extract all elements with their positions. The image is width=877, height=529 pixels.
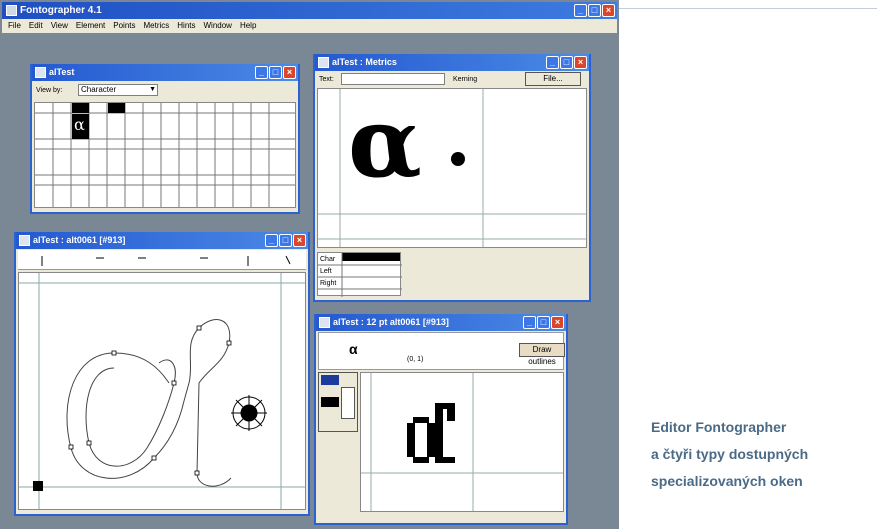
menu-window[interactable]: Window <box>204 19 232 33</box>
top-rule <box>619 8 877 9</box>
menu-file[interactable]: File <box>8 19 21 33</box>
tool-select-icon[interactable] <box>321 375 339 385</box>
bitmap-window-title: alTest : 12 pt alt0061 [#913] <box>333 317 449 327</box>
table-lines <box>318 253 402 297</box>
coordinate-readout: (0, 1) <box>407 356 424 363</box>
menu-bar: File Edit View Element Points Metrics Hi… <box>2 19 617 33</box>
metrics-window-title: alTest : Metrics <box>332 57 397 67</box>
font-window[interactable]: alTest _ □ × View by: Character ▼ α <box>30 64 300 214</box>
app-icon <box>6 5 17 16</box>
bitmap-info-panel: α (0, 1) Draw outlines <box>318 332 565 370</box>
view-by-select[interactable]: Character ▼ <box>78 84 158 96</box>
outline-drawing <box>19 273 305 509</box>
bitmap-drawing <box>361 373 563 511</box>
metrics-glyph: α <box>348 86 422 199</box>
maximize-icon[interactable]: □ <box>269 66 282 79</box>
metrics-window-title-bar[interactable]: alTest : Metrics _ □ × <box>315 54 589 71</box>
menu-edit[interactable]: Edit <box>29 19 43 33</box>
menu-metrics[interactable]: Metrics <box>143 19 169 33</box>
outline-window-title: alTest : alt0061 [#913] <box>33 235 126 245</box>
metrics-table[interactable]: Char Left Right <box>317 252 402 297</box>
close-icon[interactable]: × <box>602 4 615 17</box>
bitmap-tool-palette[interactable] <box>318 372 358 432</box>
minimize-icon[interactable]: _ <box>255 66 268 79</box>
caption-line-1: Editor Fontographer <box>651 419 787 435</box>
font-window-title-bar[interactable]: alTest _ □ × <box>32 64 298 81</box>
minimize-icon[interactable]: _ <box>546 56 559 69</box>
close-icon[interactable]: × <box>283 66 296 79</box>
window-icon <box>319 317 330 328</box>
close-icon[interactable]: × <box>293 234 306 247</box>
view-by-label: View by: <box>36 87 63 94</box>
menu-element[interactable]: Element <box>76 19 105 33</box>
metrics-canvas[interactable]: α <box>317 86 587 248</box>
desktop: Fontographer 4.1 _ □ × File Edit View El… <box>0 0 619 529</box>
maximize-icon[interactable]: □ <box>279 234 292 247</box>
minimize-icon[interactable]: _ <box>523 316 536 329</box>
file-button[interactable]: File... <box>525 72 581 86</box>
view-by-value: Character <box>81 85 117 94</box>
caption-line-2: a čtyři typy dostupných <box>651 446 809 462</box>
draw-outlines-button[interactable]: Draw outlines <box>519 343 565 366</box>
window-icon <box>19 235 30 246</box>
outline-window-title-bar[interactable]: alTest : alt0061 [#913] _ □ × <box>16 232 308 249</box>
outline-canvas[interactable] <box>18 272 306 510</box>
menu-points[interactable]: Points <box>113 19 135 33</box>
chevron-down-icon[interactable]: ▼ <box>149 85 156 95</box>
window-icon <box>35 67 46 78</box>
menu-hints[interactable]: Hints <box>177 19 195 33</box>
tool-hand-icon[interactable] <box>341 387 355 419</box>
minimize-icon[interactable]: _ <box>265 234 278 247</box>
minimize-icon[interactable]: _ <box>574 4 587 17</box>
menu-view[interactable]: View <box>51 19 68 33</box>
maximize-icon[interactable]: □ <box>537 316 550 329</box>
bitmap-preview-glyph: α <box>349 341 358 357</box>
window-icon <box>318 57 329 68</box>
maximize-icon[interactable]: □ <box>560 56 573 69</box>
text-label: Text: <box>319 76 334 83</box>
outline-window[interactable]: alTest : alt0061 [#913] _ □ × <box>14 232 310 516</box>
app-title-bar[interactable]: Fontographer 4.1 _ □ × <box>2 2 617 19</box>
caption-line-3: specializovaných oken <box>651 473 803 489</box>
bitmap-canvas[interactable] <box>360 372 564 512</box>
app-title: Fontographer 4.1 <box>20 5 102 16</box>
tool-pencil-icon[interactable] <box>321 397 339 407</box>
font-window-title: alTest <box>49 67 75 77</box>
glyph-grid[interactable]: α <box>34 102 296 208</box>
metrics-window[interactable]: alTest : Metrics _ □ × Text: Kerning Fil… <box>313 54 591 302</box>
kerning-label[interactable]: Kerning <box>453 75 477 84</box>
close-icon[interactable]: × <box>551 316 564 329</box>
close-icon[interactable]: × <box>574 56 587 69</box>
toolbar-markers <box>41 255 291 266</box>
bitmap-window-title-bar[interactable]: alTest : 12 pt alt0061 [#913] _ □ × <box>316 314 566 331</box>
outline-toolbar[interactable] <box>18 250 306 270</box>
selected-glyph[interactable]: α <box>74 115 85 134</box>
menu-help[interactable]: Help <box>240 19 256 33</box>
maximize-icon[interactable]: □ <box>588 4 601 17</box>
bitmap-window[interactable]: alTest : 12 pt alt0061 [#913] _ □ × α (0… <box>314 314 568 525</box>
